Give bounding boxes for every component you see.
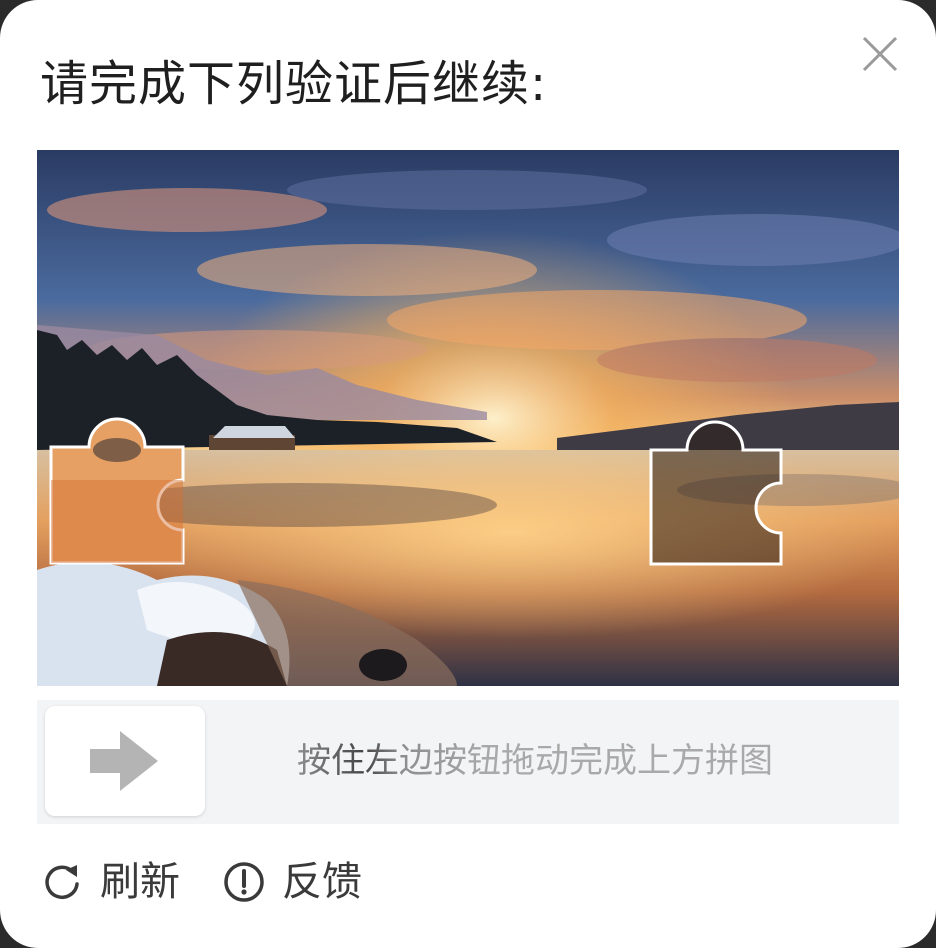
refresh-label: 刷新 [100,859,180,905]
slider-knob[interactable] [45,706,205,816]
footer-actions: 刷新 反馈 [40,850,404,914]
feedback-button[interactable]: 反馈 [222,854,362,910]
slider-hint: 按住左边按钮拖动完成上方拼图 [297,736,773,786]
info-circle-icon [224,862,264,902]
close-icon [862,36,898,72]
dialog-title: 请完成下列验证后继续: [40,56,548,112]
captcha-dialog: 请完成下列验证后继续: 按住左边按钮拖动完成上方拼图 刷新 反馈 [0,0,936,948]
arrow-right-icon [90,731,158,791]
puzzle-image [37,150,899,686]
close-button[interactable] [858,32,902,76]
slider-track[interactable]: 按住左边按钮拖动完成上方拼图 [37,700,899,824]
feedback-label: 反馈 [282,859,362,905]
landscape-image [37,150,899,686]
refresh-icon [45,865,79,900]
refresh-button[interactable]: 刷新 [40,854,180,910]
